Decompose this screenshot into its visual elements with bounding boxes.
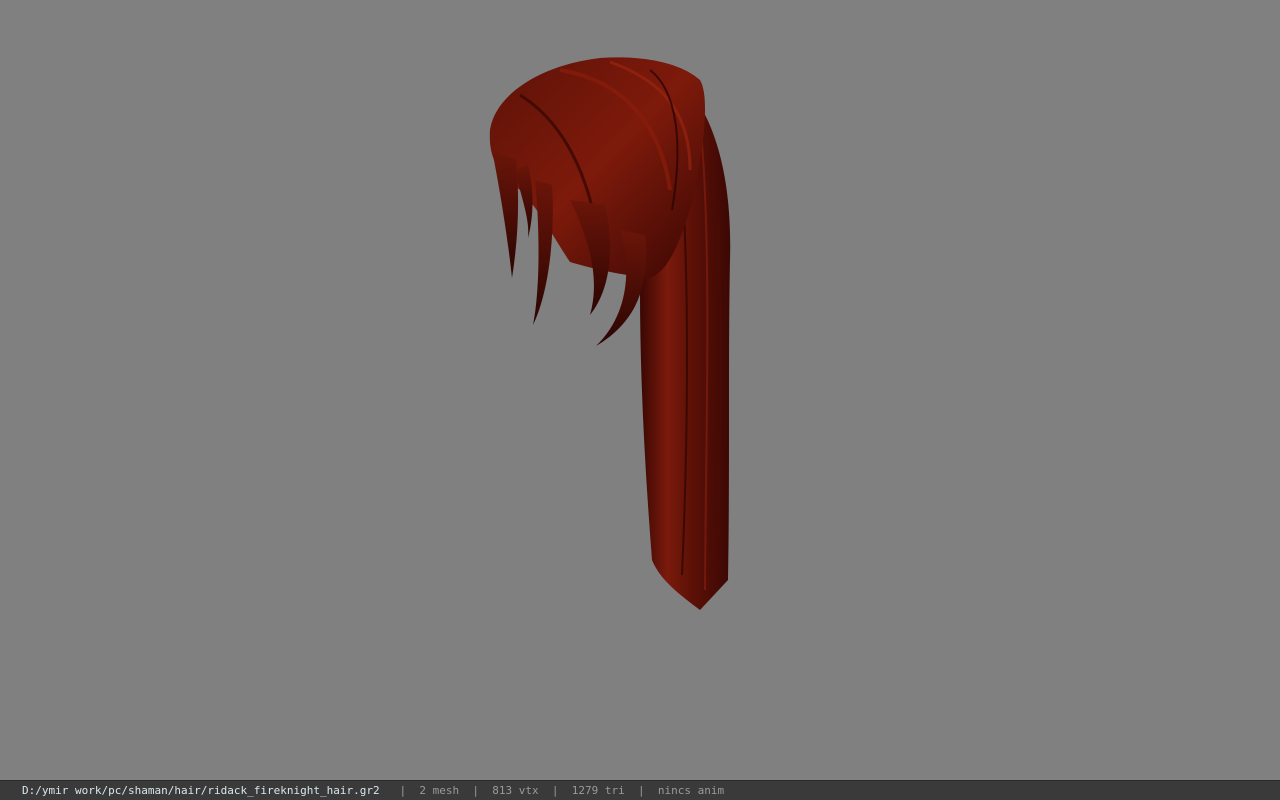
3d-viewport[interactable] <box>0 0 1280 780</box>
bang-strand-1 <box>492 150 519 278</box>
hair-model-render <box>489 57 731 610</box>
mesh-count: 2 mesh <box>419 784 460 797</box>
status-bar: D:/ymir work/pc/shaman/hair/ridack_firek… <box>0 780 1280 800</box>
vertex-count: 813 vtx <box>492 784 539 797</box>
separator: | <box>472 784 479 797</box>
file-path: D:/ymir work/pc/shaman/hair/ridack_firek… <box>22 784 380 797</box>
separator: | <box>399 784 407 797</box>
animation-status: nincs anim <box>657 784 725 797</box>
separator: | <box>551 784 559 797</box>
triangle-count: 1279 tri <box>571 784 625 797</box>
separator: | <box>637 784 645 797</box>
